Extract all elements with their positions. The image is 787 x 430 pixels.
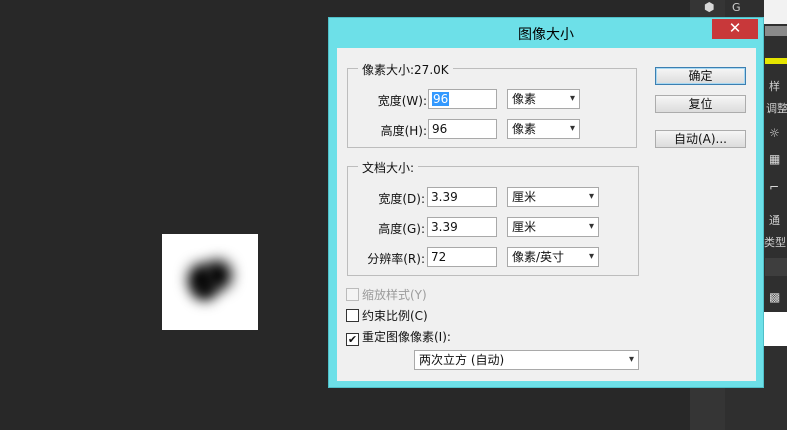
panel-tab-adjust[interactable]: 调整 (766, 100, 787, 116)
resample-option[interactable]: ✔ 重定图像像素(I): (346, 328, 451, 346)
constrain-proportions-option[interactable]: 约束比例(C) (346, 307, 428, 324)
chevron-down-icon: ▾ (588, 221, 594, 232)
reset-button[interactable]: 复位 (655, 95, 746, 113)
chevron-down-icon: ▾ (588, 191, 594, 202)
scale-styles-label: 缩放样式(Y) (362, 288, 427, 302)
grid-icon[interactable]: ▦ (769, 152, 780, 166)
panel-tab-channels[interactable]: 通 (769, 212, 780, 228)
resample-checkbox[interactable]: ✔ (346, 333, 359, 346)
channel-letter-g: G (732, 1, 741, 14)
doc-width-label: 宽度(D): (378, 192, 425, 206)
pixel-width-input[interactable]: 96 (428, 89, 497, 109)
auto-button[interactable]: 自动(A)... (655, 130, 746, 148)
pixel-dimensions-legend: 像素大小:27.0K (358, 61, 453, 78)
panel-kind-label: 类型 (764, 236, 786, 249)
checker-icon[interactable]: ▩ (769, 290, 780, 304)
pixel-width-label: 宽度(W): (377, 94, 427, 108)
resolution-unit-select[interactable]: 像素/英寸 ▾ (507, 247, 599, 267)
chevron-down-icon: ▾ (569, 123, 575, 134)
constrain-proportions-checkbox[interactable] (346, 309, 359, 322)
panel-tab-sample[interactable]: 样 (769, 78, 780, 94)
scale-styles-option: 缩放样式(Y) (346, 286, 427, 303)
image-size-dialog: 图像大小 ✕ 像素大小:27.0K 宽度(W): 96 像素 ▾ 高度(H): … (328, 17, 764, 388)
doc-height-input[interactable]: 3.39 (427, 217, 497, 237)
close-button[interactable]: ✕ (712, 19, 758, 39)
pixel-width-value: 96 (432, 92, 450, 106)
check-icon: ✔ (347, 333, 358, 346)
pixel-height-input[interactable]: 96 (428, 119, 497, 139)
resample-label: 重定图像像素(I): (362, 330, 451, 344)
pixel-width-unit-select[interactable]: 像素 ▾ (507, 89, 580, 109)
scale-styles-checkbox (346, 288, 359, 301)
doc-height-unit: 厘米 (512, 220, 537, 234)
doc-width-input[interactable]: 3.39 (427, 187, 497, 207)
pixel-height-label: 高度(H): (380, 124, 427, 138)
resolution-input[interactable]: 72 (427, 247, 497, 267)
3d-cube-icon[interactable]: ⬢ (704, 0, 714, 14)
ok-button[interactable]: 确定 (655, 67, 746, 85)
constrain-proportions-label: 约束比例(C) (362, 309, 428, 323)
document-canvas[interactable] (162, 234, 258, 330)
pixel-height-unit: 像素 (512, 122, 537, 136)
brightness-icon[interactable]: ☼ (769, 126, 780, 140)
document-size-legend: 文档大小: (358, 159, 419, 176)
curve-icon[interactable]: ⌐ (769, 180, 779, 194)
pixel-height-unit-select[interactable]: 像素 ▾ (507, 119, 580, 139)
doc-width-unit: 厘米 (512, 190, 537, 204)
dialog-body: 像素大小:27.0K 宽度(W): 96 像素 ▾ 高度(H): 96 像素 ▾… (337, 48, 756, 381)
chevron-down-icon: ▾ (628, 354, 634, 365)
doc-width-unit-select[interactable]: 厘米 ▾ (507, 187, 599, 207)
dialog-title: 图像大小 (518, 27, 574, 43)
resolution-unit: 像素/英寸 (512, 250, 565, 264)
close-icon: ✕ (728, 19, 742, 37)
chevron-down-icon: ▾ (569, 93, 575, 104)
chevron-down-icon: ▾ (588, 251, 594, 262)
dialog-titlebar[interactable]: 图像大小 ✕ (329, 18, 763, 48)
doc-height-label: 高度(G): (378, 222, 425, 236)
pixel-width-unit: 像素 (512, 92, 537, 106)
resolution-label: 分辨率(R): (367, 252, 425, 266)
doc-height-unit-select[interactable]: 厘米 ▾ (507, 217, 599, 237)
resample-method-value: 两次立方 (自动) (419, 353, 505, 367)
resample-method-select[interactable]: 两次立方 (自动) ▾ (414, 350, 639, 370)
